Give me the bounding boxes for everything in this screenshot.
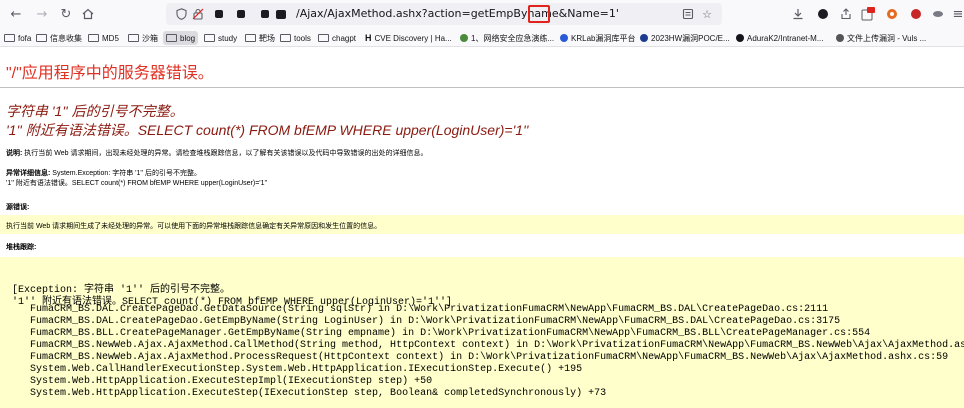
shield-icon[interactable] [174,7,188,21]
extension-icon[interactable] [212,7,226,21]
exception-text-1: System.Exception: 字符串 '1'' 后的引号不完整。 [52,170,202,177]
error-message-line1: 字符串 '1'' 后的引号不完整。 [6,103,184,119]
back-arrow-icon[interactable]: ← [8,6,24,22]
connection-info-icon[interactable] [191,7,205,21]
redacted-host-block [274,7,288,21]
forward-arrow-icon[interactable]: → [34,6,50,22]
description-text: 执行当前 Web 请求期间，出现未经处理的异常。请检查堆栈跟踪信息，以了解有关该… [24,150,428,157]
bookmark-folder-blog[interactable]: blog [163,31,199,45]
description-label: 说明: [6,150,23,157]
folder-icon [280,34,291,42]
download-icon[interactable] [790,6,806,22]
source-error-label: 源错误: [6,204,30,211]
extension-icon[interactable] [234,7,248,21]
bookmark-folder-sandbox[interactable]: 沙箱 [128,31,158,45]
addon-icon[interactable] [908,6,924,22]
bookmark-adurak2[interactable]: AduraK2/Intranet-M... [736,31,823,45]
bookmark-cve-discovery[interactable]: H CVE Discovery | Ha... [365,31,452,45]
home-icon[interactable] [80,6,96,22]
exception-details: 异常详细信息: System.Exception: 字符串 '1'' 后的引号不… [6,168,201,178]
reader-view-icon[interactable] [681,7,695,21]
error-message-line2: '1'' 附近有语法错误。SELECT count(*) FROM bfEMP … [6,122,529,138]
addon-icon[interactable] [884,6,900,22]
exception-label: 异常详细信息: [6,170,51,177]
source-error-box: 执行当前 Web 请求期间生成了未经处理的异常。可以使用下面的异常堆栈跟踪信息确… [0,215,964,234]
folder-icon [128,34,139,42]
stack-line: FumaCRM_BS.DAL.CreatePageDao.GetEmpByNam… [12,316,841,327]
folder-icon [245,34,256,42]
stack-trace-label: 堆栈跟踪: [6,244,37,251]
stack-line: FumaCRM_BS.NewWeb.Ajax.AjaxMethod.Proces… [12,352,949,363]
page-title: "/"应用程序中的服务器错误。 [6,65,214,82]
error-page: "/"应用程序中的服务器错误。 字符串 '1'' 后的引号不完整。 '1'' 附… [0,47,964,408]
bookmark-file-upload-vuls[interactable]: 文件上传漏洞 - Vuls ... [836,31,926,45]
bookmarks-bar: fofa 信息收集 MD5 沙箱 blog study 靶场 tools cha… [0,28,964,47]
extension-puzzle-icon[interactable] [815,6,831,22]
stack-line: System.Web.HttpApplication.ExecuteStep(I… [12,388,607,399]
h-icon: H [365,33,372,43]
reload-icon[interactable]: ↻ [58,6,74,22]
bookmark-folder-study[interactable]: study [204,31,237,45]
menu-icon[interactable] [930,6,946,22]
stack-line: FumaCRM_BS.NewWeb.Ajax.AjaxMethod.CallMe… [12,340,964,351]
share-icon[interactable] [838,6,854,22]
folder-icon [36,34,47,42]
bookmark-folder-tools[interactable]: tools [280,31,311,45]
description: 说明: 执行当前 Web 请求期间，出现未经处理的异常。请检查堆栈跟踪信息，以了… [6,148,427,158]
browser-toolbar: ← → ↻ /Ajax/AjaxMethod.ashx?action=getEm… [0,0,964,28]
notification-badge-icon[interactable] [860,6,876,22]
site-icon [836,34,844,42]
divider [0,87,964,88]
bookmark-krlab[interactable]: KRLab漏洞库平台 [560,31,635,45]
site-icon [460,34,468,42]
folder-icon [318,34,329,42]
stack-trace-box: [Exception: 字符串 '1'' 后的引号不完整。 '1'' 附近有语法… [0,257,964,408]
bookmark-folder-fofa[interactable]: fofa [4,31,31,45]
url-bar[interactable]: /Ajax/AjaxMethod.ashx?action=getEmpBynam… [166,3,722,25]
stack-line: System.Web.CallHandlerExecutionStep.Syst… [12,364,583,375]
hamburger-menu-icon[interactable]: ≡ [950,6,964,22]
site-icon [640,34,648,42]
bookmark-emergency-drill[interactable]: 1、网络安全应急演练... [460,31,554,45]
folder-icon [166,34,177,42]
site-icon [560,34,568,42]
folder-icon [204,34,215,42]
bookmark-star-icon[interactable]: ☆ [700,7,714,21]
folder-icon [88,34,99,42]
github-icon [736,34,744,42]
url-highlight-box [528,5,550,23]
stack-line: FumaCRM_BS.BLL.CreatePageManager.GetEmpB… [12,328,871,339]
bookmark-2023hw[interactable]: 2023HW漏洞POC/E... [640,31,730,45]
bookmark-folder-info[interactable]: 信息收集 [36,31,82,45]
stack-line: System.Web.HttpApplication.ExecuteStepIm… [12,376,433,387]
bookmark-folder-chagpt[interactable]: chagpt [318,31,356,45]
source-error-text: 执行当前 Web 请求期间生成了未经处理的异常。可以使用下面的异常堆栈跟踪信息确… [6,223,382,230]
stack-line: FumaCRM_BS.DAL.CreatePageDao.GetDataSour… [12,304,829,315]
bookmark-folder-md5[interactable]: MD5 [88,31,119,45]
url-text[interactable]: /Ajax/AjaxMethod.ashx?action=getEmpBynam… [296,7,619,20]
bookmark-folder-range[interactable]: 靶场 [245,31,275,45]
folder-icon [4,34,15,42]
extension-icon[interactable] [258,7,272,21]
exception-text-2: '1'' 附近有语法错误。SELECT count(*) FROM bfEMP … [6,180,268,187]
